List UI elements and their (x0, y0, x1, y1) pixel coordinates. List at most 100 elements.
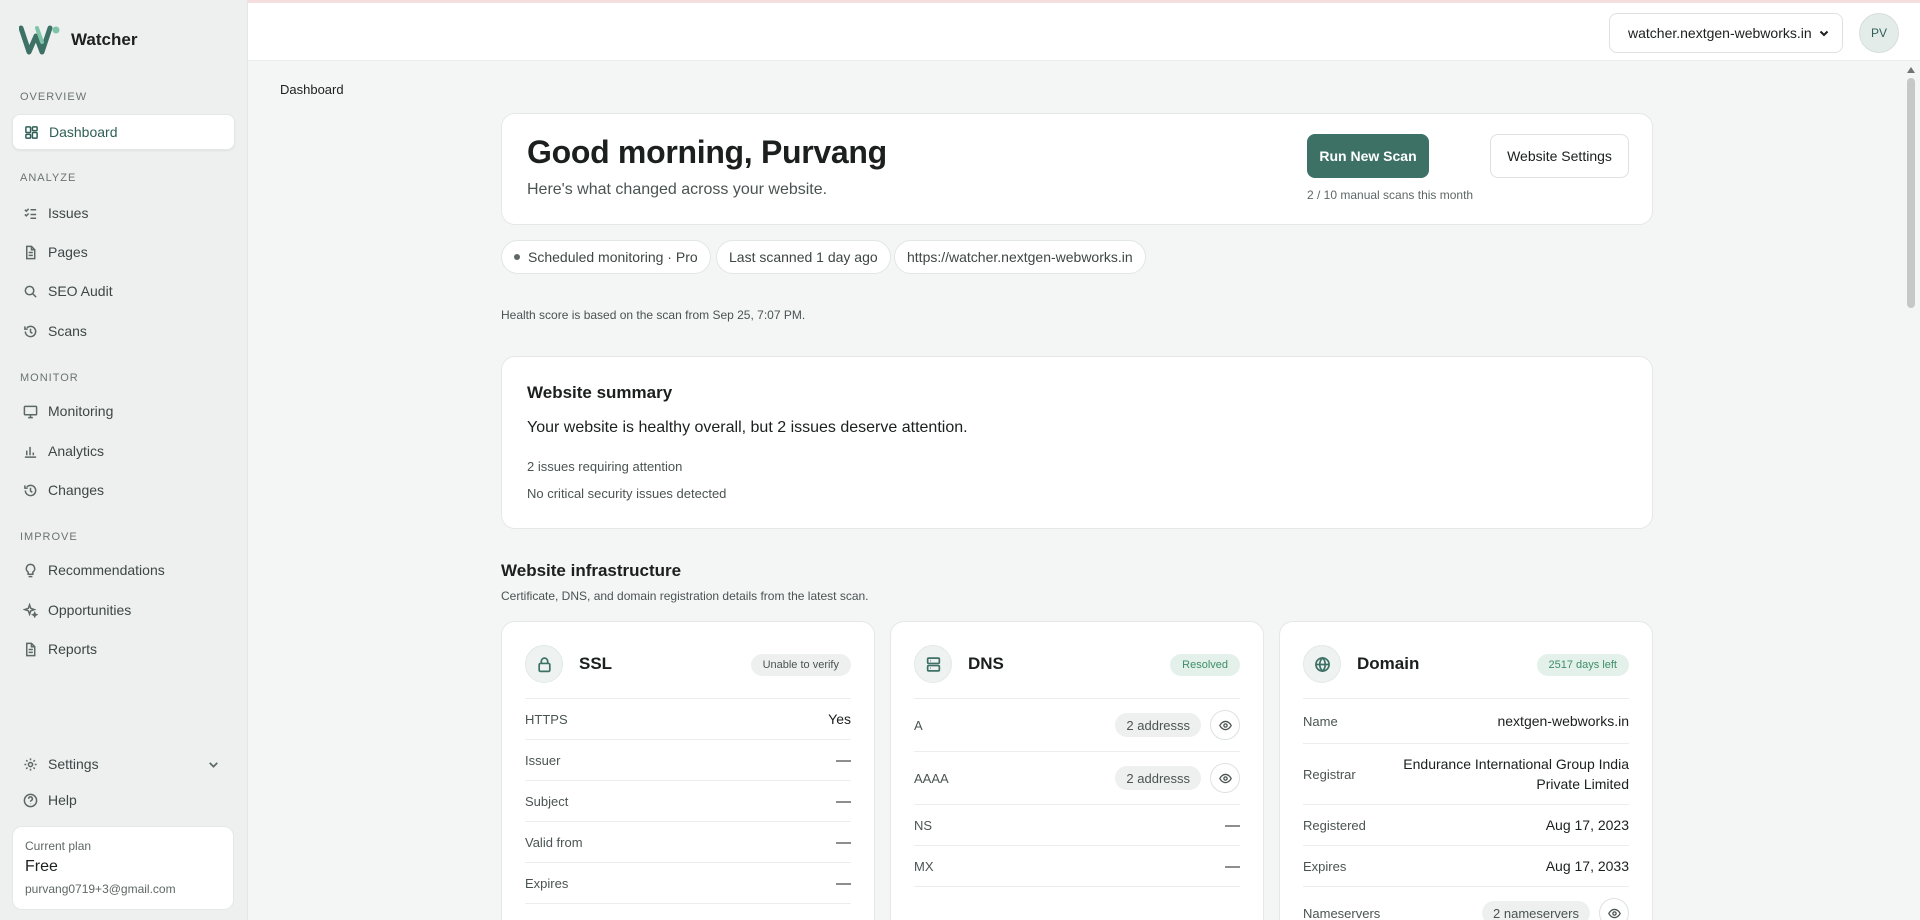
table-row: Expires — (525, 863, 851, 904)
domain-rows: Name nextgen-webworks.in Registrar Endura… (1303, 698, 1629, 920)
dns-rows: A 2 addresss AAAA 2 addresss NS — MX — (914, 698, 1240, 887)
last-scanned-pill: Last scanned 1 day ago (716, 240, 891, 274)
history-icon (24, 325, 37, 337)
sidebar-item-analytics[interactable]: Analytics (12, 433, 235, 469)
ssl-rows: HTTPS Yes Issuer — Subject — Valid from — Ex… (525, 698, 851, 904)
website-summary-card: Website summary Your website is healthy … (501, 356, 1653, 529)
status-badge: Resolved (1170, 654, 1240, 676)
address-count-chip: 2 addresss (1115, 713, 1201, 737)
monitoring-status-text: Scheduled monitoring · Pro (528, 249, 698, 265)
greeting-subtitle: Here's what changed across your website. (527, 181, 828, 198)
table-row: A 2 addresss (914, 699, 1240, 752)
website-url-pill[interactable]: https://watcher.nextgen-webworks.in (894, 240, 1146, 274)
plan-name: Free (25, 858, 58, 875)
registrar-line-2: Private Limited (1536, 776, 1629, 792)
plan-label: Current plan (25, 839, 92, 853)
brand[interactable]: Watcher (19, 24, 137, 56)
website-settings-button[interactable]: Website Settings (1490, 134, 1629, 178)
sidebar-item-label: Settings (48, 756, 99, 772)
sidebar-item-dashboard[interactable]: Dashboard (12, 114, 235, 150)
row-value: Aug 17, 2023 (1545, 817, 1629, 833)
breadcrumb: Dashboard (280, 82, 344, 97)
summary-title: Website summary (527, 383, 673, 402)
ssl-card-header: SSL (525, 645, 612, 683)
table-row: Issuer — (525, 740, 851, 781)
row-key: Expires (1303, 858, 1347, 874)
avatar[interactable]: PV (1859, 13, 1899, 53)
address-count-chip: 2 addresss (1115, 766, 1201, 790)
brand-name: Watcher (71, 30, 138, 49)
sidebar-item-monitoring[interactable]: Monitoring (12, 393, 235, 429)
file-icon (26, 245, 36, 259)
scrollbar-thumb[interactable] (1907, 78, 1915, 308)
sidebar-item-label: Opportunities (48, 602, 132, 618)
lightbulb-icon (25, 563, 36, 577)
sidebar-item-opportunities[interactable]: Opportunities (12, 592, 235, 628)
sparkles-icon (23, 602, 38, 618)
sidebar-item-label: Pages (48, 244, 88, 260)
sidebar-item-pages[interactable]: Pages (12, 234, 235, 270)
domain-card-header: Domain (1303, 645, 1419, 683)
view-a-records-button[interactable] (1210, 710, 1240, 740)
sidebar-item-label: Analytics (48, 443, 105, 459)
gear-icon (24, 757, 37, 771)
sidebar-item-label: Reports (48, 641, 98, 657)
dns-card: DNS Resolved A 2 addresss AAAA 2 address… (890, 621, 1264, 920)
row-value: Endurance International Group India Priv… (1403, 754, 1629, 794)
nav-section-analyze: ANALYZE (20, 172, 77, 184)
sidebar: Watcher OVERVIEW Dashboard ANALYZE Issue… (0, 0, 248, 920)
row-value: — (836, 874, 851, 892)
row-value: — (836, 792, 851, 810)
greeting-card: Good morning, Purvang Here's what change… (501, 113, 1653, 225)
last-scanned-text: Last scanned 1 day ago (729, 249, 878, 265)
history-icon (24, 484, 37, 496)
row-key: Registered (1303, 817, 1366, 833)
table-row: MX — (914, 846, 1240, 887)
sidebar-item-label: Recommendations (48, 562, 165, 578)
row-value: — (836, 833, 851, 851)
scroll-up-arrow-icon[interactable] (1906, 66, 1916, 74)
list-check-icon (24, 207, 37, 219)
sidebar-item-seo-audit[interactable]: SEO Audit (12, 273, 235, 309)
dns-title: DNS (968, 654, 1004, 673)
view-aaaa-records-button[interactable] (1210, 763, 1240, 793)
view-nameservers-button[interactable] (1599, 898, 1629, 920)
eye-icon (1218, 720, 1232, 730)
row-key: Subject (525, 793, 569, 809)
sidebar-item-scans[interactable]: Scans (12, 313, 235, 349)
sidebar-item-help[interactable]: Help (12, 782, 235, 818)
site-select-value: watcher.nextgen-webworks.in (1628, 25, 1812, 41)
page-title: Good morning, Purvang (527, 134, 887, 170)
table-row: Name nextgen-webworks.in (1303, 699, 1629, 744)
table-row: Registered Aug 17, 2023 (1303, 805, 1629, 846)
table-row: Valid from — (525, 822, 851, 863)
chevron-down-icon (1819, 30, 1829, 37)
help-icon (23, 793, 38, 807)
nameserver-count-chip: 2 nameservers (1482, 901, 1590, 920)
ssl-title: SSL (579, 654, 613, 673)
summary-issues-line: 2 issues requiring attention (527, 459, 683, 474)
row-key: AAAA (914, 770, 949, 786)
eye-icon (1607, 908, 1621, 918)
row-key: Valid from (525, 834, 583, 850)
row-key: Expires (525, 875, 569, 891)
chevron-down-icon[interactable] (206, 757, 221, 772)
row-key: MX (914, 858, 934, 874)
run-new-scan-button[interactable]: Run New Scan (1307, 134, 1429, 178)
infrastructure-subtitle: Certificate, DNS, and domain registratio… (501, 589, 869, 603)
sidebar-item-label: Help (48, 792, 77, 808)
current-plan-card[interactable]: Current plan Free purvang0719+3@gmail.co… (12, 826, 234, 910)
dashboard-icon (25, 125, 38, 139)
sidebar-item-recommendations[interactable]: Recommendations (12, 552, 235, 588)
sidebar-item-issues[interactable]: Issues (12, 195, 235, 231)
sidebar-item-reports[interactable]: Reports (12, 631, 235, 667)
file-icon (26, 642, 36, 656)
site-select[interactable]: watcher.nextgen-webworks.in (1609, 13, 1843, 53)
status-dot-icon (514, 254, 520, 260)
sidebar-item-changes[interactable]: Changes (12, 472, 235, 508)
nav-section-monitor: MONITOR (20, 372, 79, 384)
server-icon (914, 645, 952, 683)
sidebar-item-label: SEO Audit (48, 283, 113, 299)
row-value: nextgen-webworks.in (1497, 713, 1629, 729)
sidebar-item-settings[interactable]: Settings (12, 746, 235, 782)
